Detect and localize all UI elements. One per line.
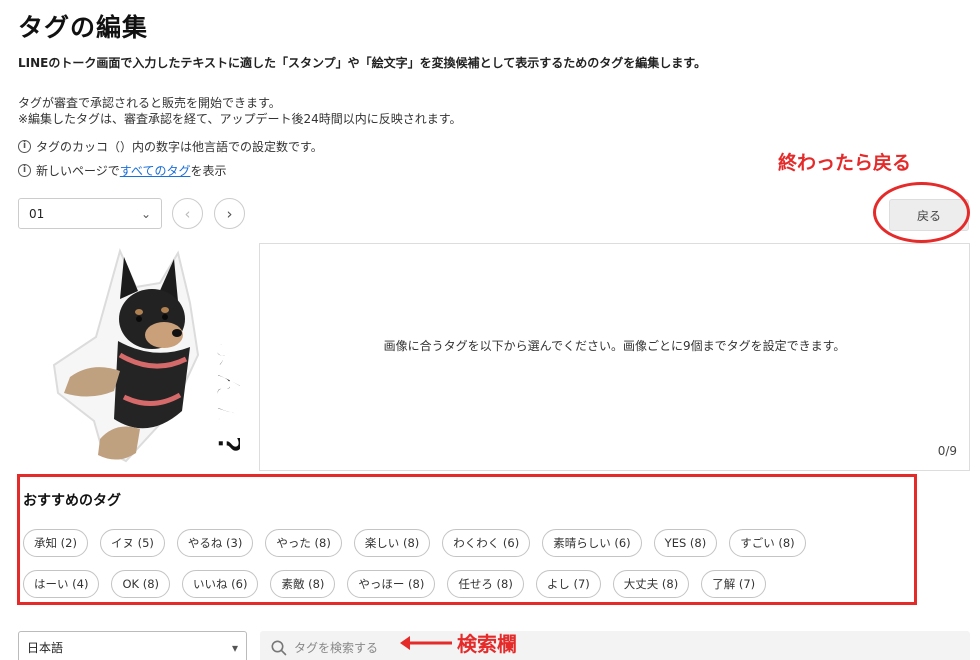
search-icon [271,640,287,655]
tag-chip[interactable]: OK (8) [111,570,170,598]
recommended-tags-row-1: 承知 (2) イヌ (5) やるね (3) やった (8) 楽しい (8) わく… [23,529,806,557]
tag-chip[interactable]: やっほー (8) [347,570,436,598]
tag-counter: 0/9 [937,444,957,458]
tag-chip[interactable]: やった (8) [265,529,342,557]
previous-sticker-button[interactable]: ‹ [172,198,203,229]
recommended-tags-row-2: はーい (4) OK (8) いいね (6) 素敵 (8) やっほー (8) 任… [23,570,767,598]
sticker-caption: よんだ? [210,339,240,454]
recommended-tags-title: おすすめのタグ [23,493,121,509]
chevron-left-icon: ‹ [184,204,191,223]
recommended-tags-section: おすすめのタグ 承知 (2) イヌ (5) やるね (3) やった (8) 楽し… [17,474,917,605]
update-note: ※編集したタグは、審査承認を経て、アップデート後24時間以内に反映されます。 [18,112,462,126]
language-select[interactable]: 日本語 ▾ [18,631,247,660]
tag-chip[interactable]: 大丈夫 (8) [612,570,690,598]
info-all-tags-prefix: 新しいページで [36,164,120,178]
info-icon: i [18,164,31,177]
tag-chip[interactable]: YES (8) [653,529,718,557]
chevron-down-icon: ▾ [231,640,238,655]
info-bracket-text: タグのカッコ（）内の数字は他言語での設定数です。 [36,140,323,154]
selected-tags-area: 画像に合うタグを以下から選んでください。画像ごとに9個までタグを設定できます。 … [259,243,970,471]
tag-chip[interactable]: やるね (3) [176,529,254,557]
approval-note: タグが審査で承認されると販売を開始できます。 [18,96,281,110]
tag-chip[interactable]: わくわく (6) [442,529,531,557]
info-all-tags: i 新しいページで すべてのタグ を表示 [18,162,226,179]
page-description: LINEのトーク画面で入力したテキストに適した「スタンプ」や「絵文字」を変換候補… [18,56,707,70]
sticker-number-value: 01 [29,206,45,221]
tag-chip[interactable]: いいね (6) [182,570,259,598]
tag-chip[interactable]: 素敵 (8) [270,570,336,598]
back-annotation: 終わったら戻る [778,152,912,174]
tag-chip[interactable]: 楽しい (8) [353,529,431,557]
arrow-left-icon [400,636,452,650]
tag-chip[interactable]: すごい (8) [729,529,806,557]
tag-chip[interactable]: 承知 (2) [23,529,88,557]
search-annotation: 検索欄 [457,632,517,656]
sticker-number-select[interactable]: 01 ⌄ [18,198,162,229]
tag-chip[interactable]: 了解 (7) [701,570,767,598]
sticker-image: よんだ? [52,248,240,463]
tag-chip[interactable]: 素晴らしい (6) [542,529,642,557]
chevron-right-icon: › [226,204,233,223]
tag-chip[interactable]: はーい (4) [23,570,100,598]
next-sticker-button[interactable]: › [214,198,245,229]
info-all-tags-suffix: を表示 [190,164,227,178]
page-title: タグの編集 [18,13,149,42]
tag-search-box[interactable] [260,631,970,660]
info-bracket-count: i タグのカッコ（）内の数字は他言語での設定数です。 [18,138,323,155]
tag-chip[interactable]: 任せろ (8) [447,570,524,598]
tag-chip[interactable]: よし (7) [535,570,601,598]
language-select-value: 日本語 [27,641,64,655]
info-icon: i [18,140,31,153]
tag-instruction-text: 画像に合うタグを以下から選んでください。画像ごとに9個までタグを設定できます。 [383,339,846,353]
chevron-down-icon: ⌄ [140,206,151,221]
back-button[interactable]: 戻る [889,199,969,231]
all-tags-link[interactable]: すべてのタグ [120,162,191,179]
tag-chip[interactable]: イヌ (5) [99,529,165,557]
